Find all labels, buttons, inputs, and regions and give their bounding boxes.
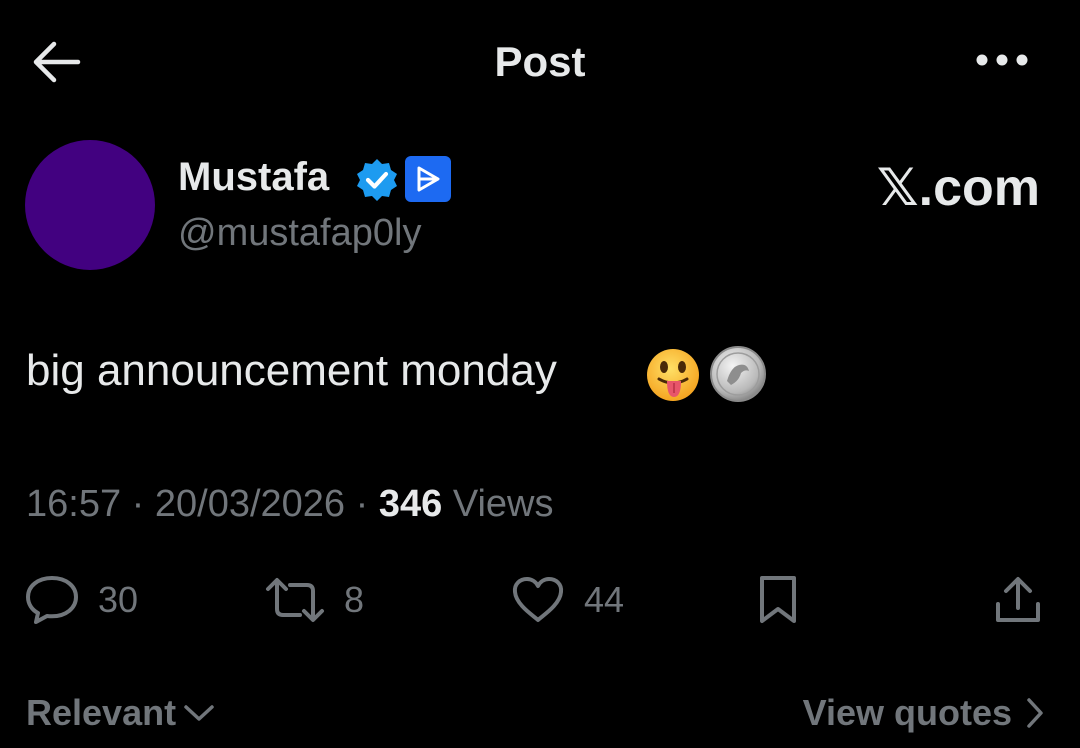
- more-options-button[interactable]: [966, 34, 1038, 86]
- reply-button[interactable]: 30: [24, 572, 138, 628]
- repost-button[interactable]: 8: [264, 572, 364, 628]
- affiliate-badge-icon[interactable]: [405, 156, 451, 202]
- avatar[interactable]: [25, 140, 155, 270]
- meta-separator: ·: [131, 483, 145, 525]
- silver-coin-icon: [709, 345, 767, 403]
- sort-label: Relevant: [26, 692, 177, 733]
- verified-badge-icon[interactable]: [354, 157, 400, 203]
- views-count[interactable]: 346: [379, 483, 442, 525]
- reply-bubble-icon: [26, 576, 78, 624]
- like-count: 44: [584, 579, 625, 620]
- sort-dropdown[interactable]: Relevant: [26, 692, 216, 734]
- watermark-text: 𝕏.com: [876, 159, 1040, 217]
- repost-count: 8: [344, 579, 365, 620]
- views-label[interactable]: Views: [453, 483, 554, 525]
- post-text: big announcement monday: [26, 346, 557, 395]
- view-quotes-link[interactable]: View quotes: [803, 692, 1046, 734]
- like-button[interactable]: 44: [510, 572, 624, 628]
- meta-separator: ·: [355, 483, 369, 525]
- face-with-tongue-icon: [645, 347, 701, 403]
- chevron-down-icon: [184, 705, 214, 721]
- bookmark-icon: [760, 576, 796, 623]
- more-horizontal-icon: [976, 54, 1028, 66]
- author-handle[interactable]: @mustafap0ly: [178, 212, 421, 255]
- heart-icon: [512, 577, 564, 622]
- post-date: 20/03/2026: [154, 483, 346, 525]
- share-button[interactable]: [992, 572, 1044, 628]
- view-quotes-label: View quotes: [802, 692, 1012, 733]
- post-meta: 16:57 · 20/03/2026 · 346 Views: [26, 483, 554, 526]
- post-time: 16:57: [26, 483, 122, 525]
- chevron-right-icon: [1027, 698, 1043, 728]
- bookmark-button[interactable]: [756, 572, 800, 628]
- page-title: Post: [494, 38, 586, 85]
- reply-count: 30: [98, 579, 139, 620]
- repost-icon: [266, 578, 324, 622]
- author-name[interactable]: Mustafa: [178, 155, 329, 200]
- share-icon: [996, 577, 1040, 622]
